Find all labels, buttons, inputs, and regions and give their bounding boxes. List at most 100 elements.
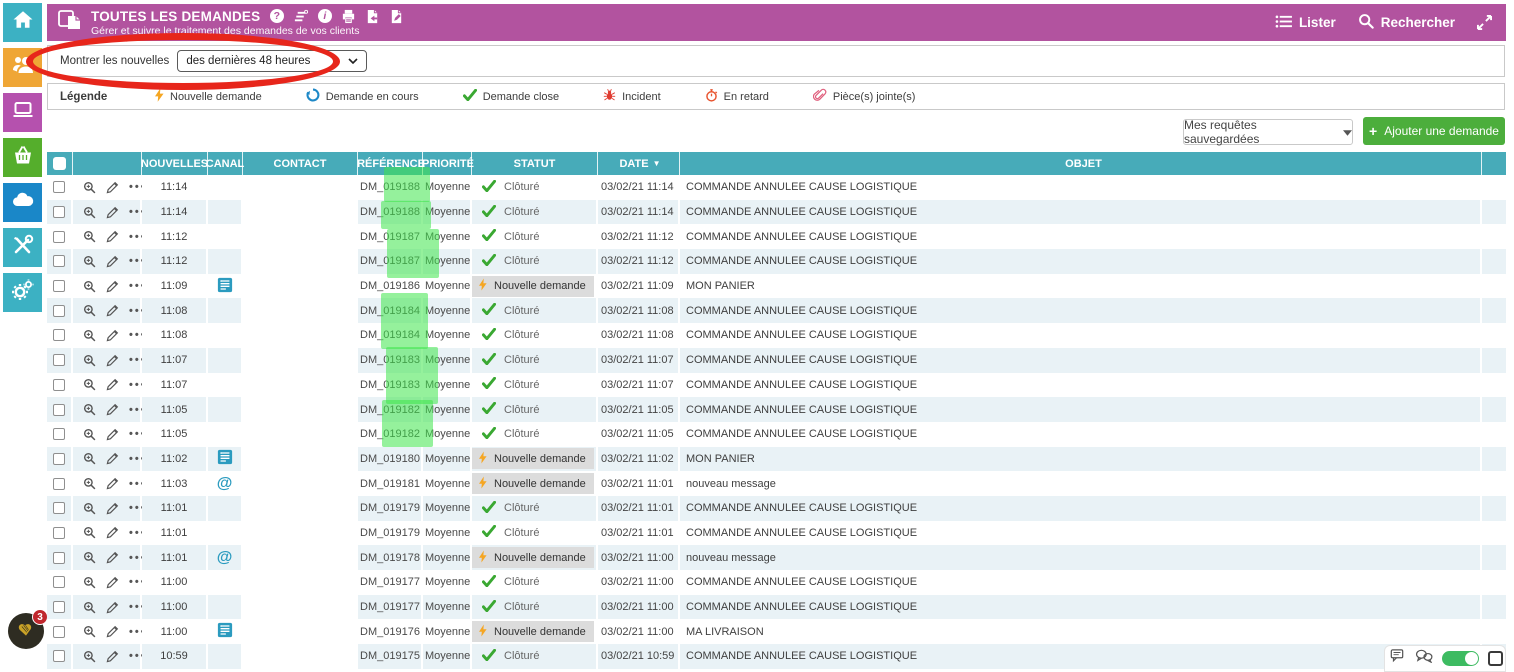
reference: DM_019187 bbox=[360, 255, 420, 267]
edit-icon[interactable] bbox=[106, 255, 119, 268]
col-reference[interactable]: RÉFÉRENCE bbox=[358, 152, 423, 175]
square-button[interactable] bbox=[1488, 651, 1503, 666]
reference: DM_019182 bbox=[360, 428, 420, 440]
lister-button[interactable]: Lister bbox=[1275, 14, 1336, 32]
row-checkbox[interactable] bbox=[53, 478, 65, 490]
edit-icon[interactable] bbox=[106, 601, 119, 614]
col-canal[interactable]: CANAL bbox=[208, 152, 243, 175]
row-checkbox[interactable] bbox=[53, 601, 65, 613]
view-icon[interactable] bbox=[83, 551, 96, 564]
row-checkbox[interactable] bbox=[53, 576, 65, 588]
info-icon[interactable]: i bbox=[317, 9, 332, 24]
sidebar-item-contacts[interactable] bbox=[3, 48, 42, 87]
view-icon[interactable] bbox=[83, 354, 96, 367]
hierarchy-icon[interactable] bbox=[293, 9, 308, 24]
view-icon[interactable] bbox=[83, 650, 96, 663]
view-icon[interactable] bbox=[83, 230, 96, 243]
edit-icon[interactable] bbox=[106, 403, 119, 416]
row-checkbox[interactable] bbox=[53, 379, 65, 391]
sidebar-item-tools[interactable] bbox=[3, 228, 42, 267]
edit-icon[interactable] bbox=[106, 378, 119, 391]
view-icon[interactable] bbox=[83, 378, 96, 391]
sort-desc-icon: ▼ bbox=[653, 159, 661, 168]
sidebar-item-cloud[interactable] bbox=[3, 183, 42, 222]
view-icon[interactable] bbox=[83, 304, 96, 317]
edit-icon[interactable] bbox=[106, 650, 119, 663]
view-icon[interactable] bbox=[83, 181, 96, 194]
row-checkbox[interactable] bbox=[53, 305, 65, 317]
view-icon[interactable] bbox=[83, 526, 96, 539]
edit-icon[interactable] bbox=[106, 181, 119, 194]
col-date[interactable]: DATE▼ bbox=[598, 152, 680, 175]
feedback-bubble[interactable]: 3 bbox=[8, 613, 44, 649]
edit-icon[interactable] bbox=[106, 502, 119, 515]
view-icon[interactable] bbox=[83, 280, 96, 293]
row-checkbox[interactable] bbox=[53, 626, 65, 638]
edit-icon[interactable] bbox=[106, 551, 119, 564]
edit-icon[interactable] bbox=[106, 206, 119, 219]
row-checkbox[interactable] bbox=[53, 206, 65, 218]
priority: Moyenne bbox=[425, 280, 470, 292]
edit-icon[interactable] bbox=[106, 526, 119, 539]
row-checkbox[interactable] bbox=[53, 280, 65, 292]
rechercher-button[interactable]: Rechercher bbox=[1358, 13, 1455, 32]
edit-icon[interactable] bbox=[106, 452, 119, 465]
row-checkbox[interactable] bbox=[53, 181, 65, 193]
view-icon[interactable] bbox=[83, 502, 96, 515]
row-checkbox[interactable] bbox=[53, 650, 65, 662]
select-all-checkbox[interactable] bbox=[47, 152, 73, 175]
row-checkbox[interactable] bbox=[53, 404, 65, 416]
priority: Moyenne bbox=[425, 379, 470, 391]
view-icon[interactable] bbox=[83, 576, 96, 589]
sidebar-item-settings[interactable] bbox=[3, 273, 42, 312]
edit-doc-icon[interactable] bbox=[389, 9, 404, 24]
chat-bubbles-icon[interactable] bbox=[1415, 649, 1433, 668]
sidebar-item-orders[interactable] bbox=[3, 138, 42, 177]
sidebar-item-home[interactable] bbox=[3, 3, 42, 42]
view-icon[interactable] bbox=[83, 255, 96, 268]
new-requests-filter-select[interactable]: des dernières 48 heures bbox=[177, 50, 367, 72]
edit-icon[interactable] bbox=[106, 428, 119, 441]
print-icon[interactable] bbox=[341, 9, 356, 24]
edit-icon[interactable] bbox=[106, 354, 119, 367]
col-objet[interactable]: OBJET bbox=[680, 152, 1482, 175]
row-checkbox[interactable] bbox=[53, 527, 65, 539]
view-icon[interactable] bbox=[83, 428, 96, 441]
chat-lines-icon[interactable] bbox=[1388, 649, 1406, 668]
view-icon[interactable] bbox=[83, 329, 96, 342]
col-statut[interactable]: STATUT bbox=[472, 152, 598, 175]
edit-icon[interactable] bbox=[106, 625, 119, 638]
row-checkbox[interactable] bbox=[53, 255, 65, 267]
table-row: ••• 11:07 @ DM_019183 Moyenne Nouvelle d… bbox=[47, 348, 1506, 373]
row-checkbox[interactable] bbox=[53, 428, 65, 440]
edit-icon[interactable] bbox=[106, 477, 119, 490]
col-nouvelles[interactable]: NOUVELLES bbox=[142, 152, 208, 175]
help-icon[interactable]: ? bbox=[269, 9, 284, 24]
row-checkbox[interactable] bbox=[53, 502, 65, 514]
view-icon[interactable] bbox=[83, 601, 96, 614]
row-checkbox[interactable] bbox=[53, 329, 65, 341]
col-contact[interactable]: CONTACT bbox=[243, 152, 358, 175]
row-checkbox[interactable] bbox=[53, 453, 65, 465]
row-checkbox[interactable] bbox=[53, 231, 65, 243]
cloud-icon bbox=[11, 188, 35, 217]
view-icon[interactable] bbox=[83, 625, 96, 638]
export-doc-icon[interactable] bbox=[365, 9, 380, 24]
row-checkbox[interactable] bbox=[53, 354, 65, 366]
edit-icon[interactable] bbox=[106, 230, 119, 243]
expand-icon[interactable] bbox=[1477, 15, 1492, 30]
sidebar-item-devices[interactable] bbox=[3, 93, 42, 132]
edit-icon[interactable] bbox=[106, 304, 119, 317]
view-icon[interactable] bbox=[83, 477, 96, 490]
edit-icon[interactable] bbox=[106, 576, 119, 589]
view-icon[interactable] bbox=[83, 452, 96, 465]
row-checkbox[interactable] bbox=[53, 552, 65, 564]
edit-icon[interactable] bbox=[106, 280, 119, 293]
saved-queries-button[interactable]: Mes requêtes sauvegardées bbox=[1183, 119, 1353, 145]
view-icon[interactable] bbox=[83, 403, 96, 416]
view-icon[interactable] bbox=[83, 206, 96, 219]
availability-toggle[interactable] bbox=[1442, 651, 1479, 666]
col-priorite[interactable]: PRIORITÉ bbox=[423, 152, 472, 175]
add-request-button[interactable]: + Ajouter une demande bbox=[1363, 117, 1505, 145]
edit-icon[interactable] bbox=[106, 329, 119, 342]
